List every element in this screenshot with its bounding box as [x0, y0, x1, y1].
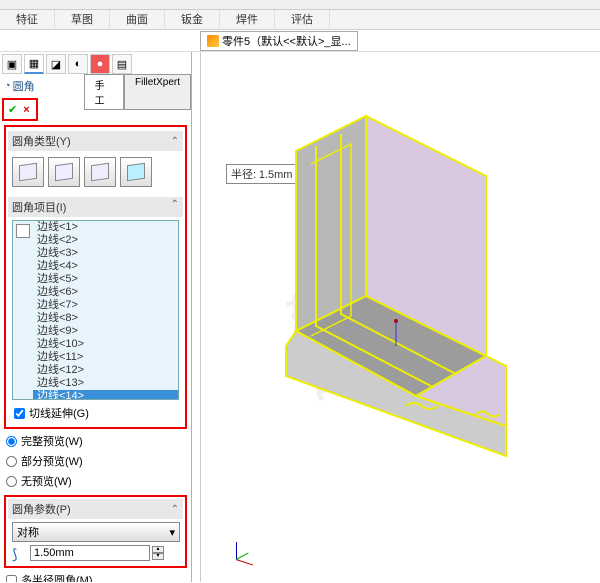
command-manager-tabs: 特征 草图 曲面 钣金 焊件 评估 [0, 10, 600, 30]
y-axis [236, 552, 249, 559]
fillet-items-label: 圆角项目(I) [12, 199, 66, 215]
partial-preview-radio[interactable] [6, 456, 17, 467]
tab-features[interactable]: 特征 [0, 10, 55, 30]
tab-evaluate[interactable]: 评估 [275, 10, 330, 30]
edge-item-selected[interactable]: 边线<14> [33, 390, 178, 400]
edge-item[interactable]: 边线<11> [33, 351, 178, 364]
no-preview-row[interactable]: 无预览(W) [0, 471, 191, 491]
edge-list-icon [16, 224, 30, 238]
fillet-items-header[interactable]: 圆角项目(I) ⌃ [8, 197, 183, 217]
full-preview-row[interactable]: 完整预览(W) [0, 431, 191, 451]
chevron-up-icon: ⌃ [171, 136, 179, 147]
no-preview-radio[interactable] [6, 476, 17, 487]
multi-radius-label: 多半径圆角(M) [21, 572, 93, 582]
property-tab[interactable]: ▦ [24, 54, 44, 74]
document-tab[interactable]: 零件5（默认<<默认>_显... [200, 31, 358, 51]
chevron-up-icon: ⌃ [171, 199, 179, 215]
edge-item[interactable]: 边线<1> [33, 221, 178, 234]
dim-tab[interactable]: ◐ [68, 54, 88, 74]
edge-selection-list[interactable]: 边线<1> 边线<2> 边线<3> 边线<4> 边线<5> 边线<6> 边线<7… [12, 220, 179, 400]
edge-item[interactable]: 边线<3> [33, 247, 178, 260]
highlight-box-1: 圆角类型(Y) ⌃ 圆角项目(I) ⌃ 边线<1> 边线<2> 边线<3> 边线… [4, 125, 187, 429]
partial-preview-row[interactable]: 部分预览(W) [0, 451, 191, 471]
property-manager: ▣ ▦ ◪ ◐ ● ▤ ◔ 圆角 ✔ × 手工 FilletXpert 圆角类型… [0, 52, 192, 582]
fillet-type-variable[interactable] [48, 157, 80, 187]
last-tab[interactable]: ▤ [112, 54, 132, 74]
edge-item[interactable]: 边线<13> [33, 377, 178, 390]
symmetry-dropdown[interactable]: 对称 ▾ [12, 522, 180, 542]
document-title: 零件5（默认<<默认>_显... [222, 33, 351, 49]
graphics-viewport[interactable]: 软件自学网 R J Z 半径: 1.5mm [192, 52, 600, 582]
manager-tabs: ▣ ▦ ◪ ◐ ● ▤ [0, 52, 191, 76]
dropdown-arrow-icon: ▾ [169, 526, 175, 539]
tab-sheetmetal[interactable]: 钣金 [165, 10, 220, 30]
part-icon [207, 35, 219, 47]
multi-radius-row[interactable]: 多半径圆角(M) [0, 570, 191, 582]
fillet-params-header[interactable]: 圆角参数(P) ⌃ [8, 499, 183, 519]
full-preview-label: 完整预览(W) [21, 433, 83, 449]
radius-row: ⟆ ▴▾ [12, 545, 179, 561]
fillet-type-header[interactable]: 圆角类型(Y) ⌃ [8, 131, 183, 151]
tangent-prop-checkbox[interactable] [14, 408, 25, 419]
filletxpert-tab[interactable]: FilletXpert [124, 74, 191, 110]
fillet-type-face[interactable] [84, 157, 116, 187]
full-preview-radio[interactable] [6, 436, 17, 447]
edge-item[interactable]: 边线<12> [33, 364, 178, 377]
tab-sketch[interactable]: 草图 [55, 10, 110, 30]
feature-tree-tab[interactable]: ▣ [2, 54, 22, 74]
no-preview-label: 无预览(W) [21, 473, 72, 489]
radius-icon: ⟆ [12, 546, 28, 560]
symmetry-value: 对称 [17, 524, 39, 540]
x-axis [236, 559, 253, 566]
edge-item[interactable]: 边线<7> [33, 299, 178, 312]
highlight-box-2: 圆角参数(P) ⌃ 对称 ▾ ⟆ ▴▾ [4, 495, 187, 568]
manual-tab[interactable]: 手工 [84, 74, 124, 110]
render-tab[interactable]: ● [90, 54, 110, 74]
confirm-cancel-box: ✔ × [2, 98, 38, 121]
edge-item[interactable]: 边线<4> [33, 260, 178, 273]
chevron-up-icon: ⌃ [171, 504, 179, 515]
tab-surface[interactable]: 曲面 [110, 10, 165, 30]
edge-item[interactable]: 边线<9> [33, 325, 178, 338]
tangent-prop-row[interactable]: 切线延伸(G) [8, 403, 183, 423]
edge-item[interactable]: 边线<10> [33, 338, 178, 351]
partial-preview-label: 部分预览(W) [21, 453, 83, 469]
ok-button[interactable]: ✔ [8, 103, 17, 116]
radius-spinner[interactable]: ▴▾ [152, 546, 164, 560]
multi-radius-checkbox[interactable] [6, 575, 17, 583]
feature-name: 圆角 [13, 78, 35, 94]
fillet-type-options [8, 151, 183, 193]
edge-item[interactable]: 边线<2> [33, 234, 178, 247]
edge-item[interactable]: 边线<6> [33, 286, 178, 299]
top-toolbar [0, 0, 600, 10]
fillet-params-label: 圆角参数(P) [12, 501, 71, 517]
fillet-type-label: 圆角类型(Y) [12, 133, 71, 149]
config-tab[interactable]: ◪ [46, 54, 66, 74]
fillet-icon: ◔ [4, 80, 11, 92]
edge-item[interactable]: 边线<5> [33, 273, 178, 286]
document-bar: 零件5（默认<<默认>_显... [0, 30, 600, 52]
fillet-type-constant[interactable] [12, 157, 44, 187]
radius-input[interactable] [30, 545, 150, 561]
fillet-type-full[interactable] [120, 157, 152, 187]
tangent-prop-label: 切线延伸(G) [29, 405, 89, 421]
edge-item[interactable]: 边线<8> [33, 312, 178, 325]
tab-weld[interactable]: 焊件 [220, 10, 275, 30]
orientation-triad[interactable] [226, 540, 254, 568]
callout-label: 半径: [231, 169, 256, 181]
cancel-button[interactable]: × [23, 104, 29, 116]
3d-model[interactable] [256, 106, 556, 466]
